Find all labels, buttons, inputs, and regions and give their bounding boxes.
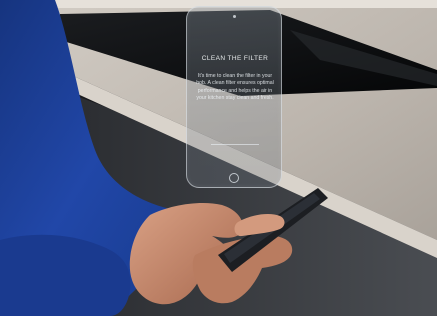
holographic-phone-overlay: CLEAN THE FILTER It's time to clean the … [186,6,282,188]
phone-speaker-dot [233,15,236,18]
overlay-message: It's time to clean the filter in your ho… [196,73,274,102]
home-button-icon [229,173,239,183]
scene: CLEAN THE FILTER It's time to clean the … [0,0,437,316]
overlay-divider [211,144,259,145]
overlay-title: CLEAN THE FILTER [201,55,269,62]
